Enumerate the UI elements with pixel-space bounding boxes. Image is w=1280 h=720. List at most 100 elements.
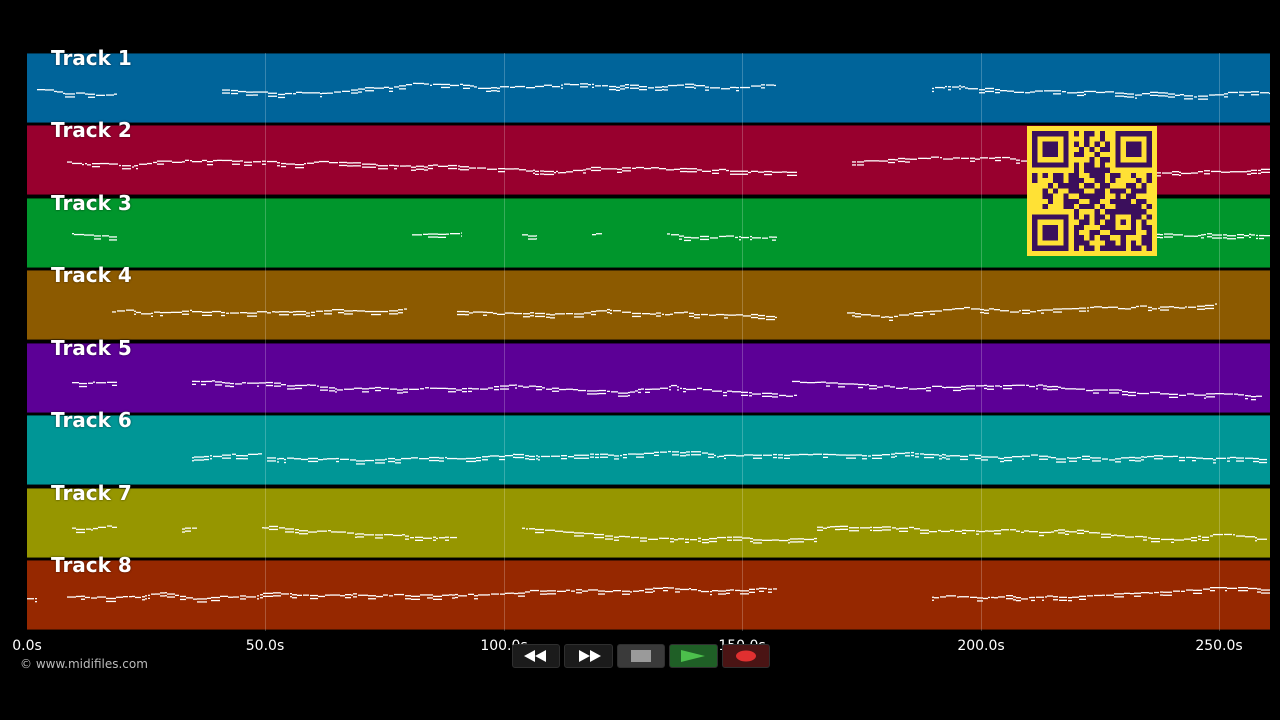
note bbox=[355, 536, 357, 538]
note bbox=[253, 91, 258, 93]
note bbox=[398, 309, 403, 311]
play-button[interactable] bbox=[669, 644, 718, 668]
note bbox=[668, 84, 677, 87]
note bbox=[1047, 595, 1053, 597]
note bbox=[134, 313, 136, 315]
note bbox=[948, 89, 951, 91]
note bbox=[378, 165, 388, 167]
note bbox=[194, 456, 204, 458]
note bbox=[1141, 456, 1144, 458]
note bbox=[976, 385, 984, 387]
note bbox=[1093, 392, 1099, 394]
note bbox=[287, 388, 295, 390]
note bbox=[353, 593, 357, 595]
note bbox=[185, 530, 191, 532]
note bbox=[192, 457, 194, 459]
note bbox=[88, 96, 95, 98]
note bbox=[580, 86, 588, 88]
note bbox=[817, 526, 823, 528]
note bbox=[786, 395, 793, 397]
note bbox=[1101, 533, 1111, 535]
note bbox=[151, 593, 155, 595]
time-tick-0: 0.0s bbox=[12, 638, 42, 654]
note bbox=[402, 534, 405, 536]
note bbox=[311, 311, 315, 313]
note bbox=[488, 455, 490, 458]
note bbox=[691, 451, 701, 453]
note bbox=[691, 454, 701, 456]
note bbox=[879, 160, 888, 162]
note bbox=[231, 92, 238, 95]
note bbox=[968, 88, 978, 90]
note bbox=[370, 163, 376, 165]
note bbox=[351, 92, 358, 94]
note bbox=[221, 311, 225, 314]
note bbox=[295, 164, 304, 166]
note bbox=[583, 172, 586, 174]
note bbox=[1045, 596, 1047, 598]
note bbox=[998, 457, 1000, 459]
note bbox=[523, 386, 529, 388]
note bbox=[1089, 532, 1097, 534]
note bbox=[433, 83, 441, 85]
note bbox=[934, 597, 939, 599]
note bbox=[552, 387, 559, 389]
note bbox=[1224, 93, 1228, 95]
note bbox=[873, 529, 882, 532]
note bbox=[858, 383, 863, 386]
rewind-button[interactable] bbox=[512, 644, 561, 668]
note bbox=[934, 454, 939, 456]
note bbox=[1052, 385, 1058, 388]
track-label-5: Track 5 bbox=[51, 336, 132, 360]
record-button[interactable] bbox=[721, 644, 771, 668]
note bbox=[180, 598, 186, 601]
note bbox=[976, 530, 979, 532]
note bbox=[258, 453, 262, 455]
note bbox=[911, 451, 914, 454]
note bbox=[1204, 173, 1210, 175]
note bbox=[574, 454, 582, 456]
note bbox=[277, 461, 279, 463]
note bbox=[1148, 306, 1152, 309]
note bbox=[1165, 95, 1168, 97]
record-icon bbox=[735, 650, 756, 662]
note bbox=[975, 158, 980, 160]
note bbox=[566, 589, 570, 591]
note bbox=[347, 165, 353, 167]
note bbox=[201, 380, 206, 383]
note bbox=[1002, 156, 1010, 159]
stop-button[interactable] bbox=[616, 644, 666, 668]
note bbox=[554, 172, 556, 174]
note bbox=[726, 169, 729, 172]
note bbox=[778, 457, 783, 459]
note bbox=[924, 453, 934, 456]
note bbox=[605, 538, 613, 540]
note bbox=[1143, 539, 1147, 541]
note bbox=[1058, 386, 1061, 388]
note bbox=[705, 86, 709, 88]
note bbox=[680, 170, 687, 173]
note bbox=[371, 313, 381, 316]
note bbox=[710, 591, 712, 593]
note bbox=[696, 85, 705, 87]
note bbox=[961, 157, 969, 159]
note bbox=[425, 387, 429, 389]
note bbox=[920, 453, 924, 455]
note bbox=[980, 157, 988, 159]
note bbox=[578, 389, 586, 392]
note bbox=[1053, 90, 1061, 92]
note bbox=[226, 312, 229, 314]
note bbox=[468, 390, 472, 393]
note bbox=[460, 169, 469, 171]
note bbox=[1196, 457, 1203, 459]
note bbox=[1122, 391, 1128, 393]
note bbox=[1129, 456, 1135, 459]
note bbox=[758, 171, 764, 173]
note bbox=[230, 382, 234, 385]
note bbox=[946, 595, 956, 597]
note bbox=[412, 234, 422, 236]
note bbox=[147, 162, 152, 165]
note bbox=[616, 89, 620, 91]
note bbox=[790, 538, 798, 540]
fast-forward-button[interactable] bbox=[564, 644, 613, 668]
